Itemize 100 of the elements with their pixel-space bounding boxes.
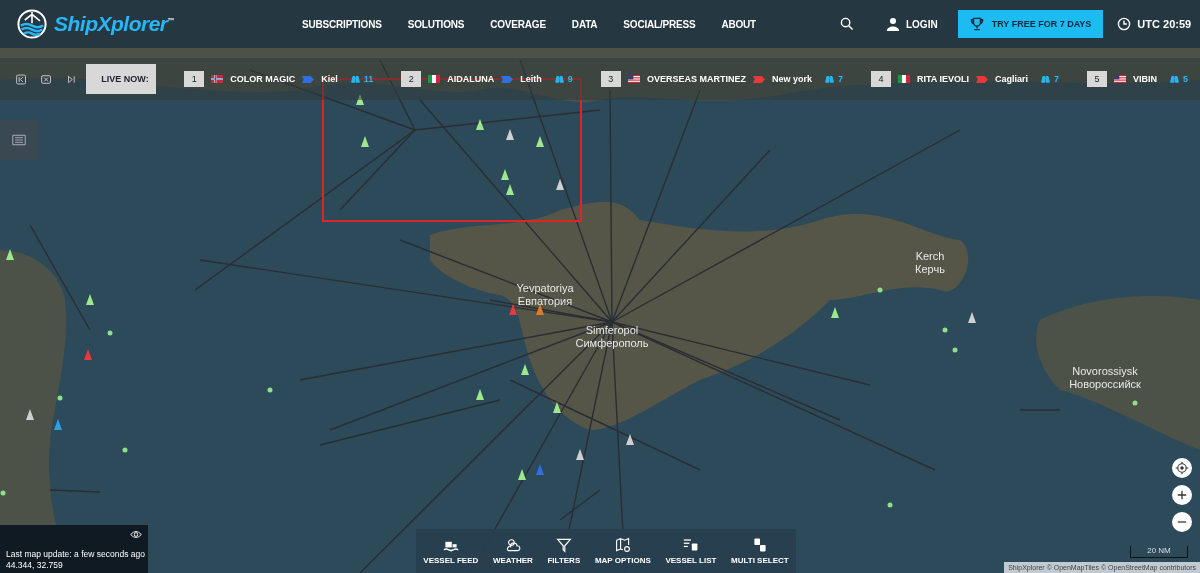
- track-line: [49, 489, 101, 493]
- eye-icon[interactable]: [130, 530, 142, 539]
- logo-text[interactable]: ShipXplorer$^{™}$: [54, 12, 175, 36]
- city-label: Yevpatoriya: [516, 282, 574, 295]
- collapse-icon[interactable]: [16, 72, 27, 86]
- close-icon[interactable]: [41, 72, 52, 86]
- flag-icon: [428, 75, 441, 83]
- vessel-name[interactable]: AIDALUNA: [447, 74, 495, 84]
- ship-icon[interactable]: [556, 179, 564, 190]
- search-icon[interactable]: [840, 17, 854, 31]
- vessel-dot[interactable]: [122, 447, 128, 453]
- ship-icon[interactable]: [506, 184, 514, 195]
- viewer-count: 11: [363, 74, 374, 84]
- viewer-count: 7: [1053, 74, 1059, 84]
- ship-icon[interactable]: [536, 136, 544, 147]
- vessel-dot[interactable]: [267, 387, 273, 393]
- toolbar-button[interactable]: MAP OPTIONS: [592, 537, 653, 565]
- scale-bar: 20 NM: [1130, 546, 1188, 558]
- ship-icon[interactable]: [518, 469, 526, 480]
- ship-icon[interactable]: [626, 434, 634, 445]
- plus-icon: [1175, 488, 1189, 502]
- rank-badge: 5: [1087, 71, 1107, 87]
- flag-icon: [627, 75, 640, 83]
- vessel-dot[interactable]: [942, 327, 948, 333]
- vessel-destination: New york: [771, 74, 812, 84]
- nav-link[interactable]: SOCIAL/PRESS: [623, 18, 696, 30]
- vessel-dot[interactable]: [887, 502, 893, 508]
- rank-badge: 3: [600, 71, 621, 87]
- vessel-dot[interactable]: [1132, 400, 1138, 406]
- try-free-button[interactable]: TRY FREE FOR 7 DAYS: [957, 10, 1104, 38]
- nav-link[interactable]: SUBSCRIPTIONS: [302, 18, 382, 30]
- city-label-native: Симферополь: [575, 337, 649, 350]
- vessel-name[interactable]: COLOR MAGIC: [230, 74, 296, 84]
- vessel-name[interactable]: RITA IEVOLI: [916, 74, 969, 84]
- trophy-icon: [969, 17, 984, 31]
- last-update-text: Last map update: a few seconds ago: [6, 549, 146, 560]
- rank-badge: 4: [870, 71, 891, 87]
- city-label-native: Евпатория: [517, 295, 573, 308]
- ship-icon[interactable]: [476, 119, 484, 130]
- map-gear-icon: [614, 537, 631, 553]
- toolbar-button[interactable]: FILTERS: [545, 537, 583, 565]
- next-icon[interactable]: [66, 72, 77, 86]
- binoculars-icon: [1040, 75, 1050, 83]
- rank-badge: 1: [184, 71, 205, 87]
- ship-icon[interactable]: [501, 169, 509, 180]
- binoculars-icon: [350, 75, 360, 83]
- vessel-dot[interactable]: [877, 287, 883, 293]
- vessel-name[interactable]: VIBIN: [1133, 74, 1157, 84]
- list-ship-icon: [682, 537, 699, 553]
- vessel-name[interactable]: OVERSEAS MARTINEZ: [646, 74, 746, 84]
- ship-icon[interactable]: [506, 129, 514, 140]
- toolbar-button[interactable]: WEATHER: [490, 537, 535, 565]
- ship-icon[interactable]: [6, 249, 14, 260]
- city-label-native: Керчь: [915, 263, 945, 276]
- binoculars-icon: [554, 75, 564, 83]
- vessel-dot[interactable]: [0, 490, 6, 496]
- ship-icon[interactable]: [521, 364, 529, 375]
- live-now-badge: LIVE NOW:: [86, 64, 157, 94]
- flag-icon: [211, 75, 224, 83]
- nav-link[interactable]: ABOUT: [721, 18, 756, 30]
- vessel-dot[interactable]: [107, 330, 113, 336]
- user-icon: [886, 17, 900, 31]
- ship-icon[interactable]: [831, 307, 839, 318]
- utc-time: UTC 20:59: [1137, 18, 1192, 30]
- binoculars-icon: [824, 75, 834, 83]
- ship-icon[interactable]: [476, 389, 484, 400]
- filter-icon: [555, 537, 572, 553]
- viewer-count: 7: [837, 74, 843, 84]
- viewer-count: 9: [567, 74, 573, 84]
- coordinates-text: 44.344, 32.759: [6, 560, 64, 571]
- city-label-native: Новороссийск: [1069, 378, 1141, 391]
- ship-icon[interactable]: [86, 294, 94, 305]
- nav-link[interactable]: SOLUTIONS: [407, 18, 465, 30]
- city-label: Simferopol: [585, 324, 639, 337]
- ship-icon[interactable]: [356, 94, 364, 105]
- rank-badge: 2: [401, 71, 422, 87]
- login-link[interactable]: LOGIN: [886, 17, 938, 31]
- city-label: Novorossiysk: [1072, 365, 1138, 378]
- newspaper-icon: [12, 133, 26, 147]
- vessel-destination: Leith: [520, 74, 542, 84]
- viewer-count: 5: [1183, 74, 1188, 84]
- nav-link[interactable]: COVERAGE: [490, 18, 546, 30]
- ship-icon[interactable]: [576, 449, 584, 460]
- logo-icon: [16, 8, 48, 40]
- toolbar-button[interactable]: MULTI SELECT: [729, 537, 791, 565]
- panel-toggle-button[interactable]: [0, 120, 38, 160]
- city-label: Kerch: [915, 250, 945, 263]
- toolbar-button[interactable]: VESSEL LIST: [663, 537, 719, 565]
- toolbar-button[interactable]: VESSEL FEED: [421, 537, 481, 565]
- crosshair-icon: [1175, 461, 1189, 475]
- flag-icon: [1114, 75, 1126, 83]
- ship-icon[interactable]: [361, 136, 369, 147]
- ship-icon[interactable]: [553, 402, 561, 413]
- vessel-dot[interactable]: [57, 395, 63, 401]
- ship-icon[interactable]: [26, 409, 34, 420]
- nav-link[interactable]: DATA: [571, 18, 598, 30]
- vessel-dot[interactable]: [952, 347, 958, 353]
- binoculars-icon: [1170, 75, 1179, 83]
- vessel-destination: Cagliari: [994, 74, 1028, 84]
- clock-icon: [1117, 17, 1132, 31]
